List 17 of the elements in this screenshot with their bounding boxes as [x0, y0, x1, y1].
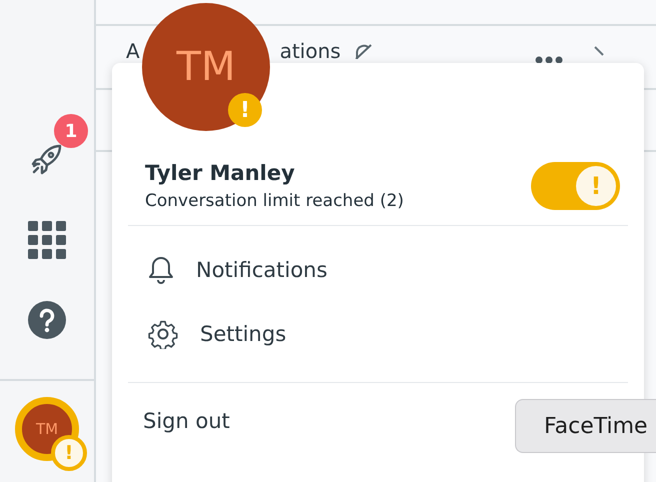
warning-badge: ! — [51, 435, 87, 471]
status-text: Conversation limit reached (2) — [145, 191, 404, 211]
apps-grid-icon[interactable] — [28, 221, 66, 259]
header-title: ations — [280, 39, 341, 63]
menu-item[interactable]: Notifications — [128, 238, 628, 302]
bell-icon — [148, 256, 174, 284]
menu-item[interactable]: Settings — [128, 302, 628, 366]
more-icon[interactable] — [534, 56, 563, 64]
notification-badge: 1 — [54, 114, 88, 148]
warning-badge: ! — [576, 166, 616, 206]
help-icon[interactable] — [28, 301, 66, 339]
tooltip: FaceTime — [515, 399, 656, 453]
rocket-icon[interactable] — [30, 142, 64, 176]
sign-out-button[interactable]: Sign out — [128, 409, 230, 433]
settings-icon — [148, 319, 178, 349]
header-title: A — [126, 39, 140, 63]
user-name: Tyler Manley — [145, 161, 296, 185]
